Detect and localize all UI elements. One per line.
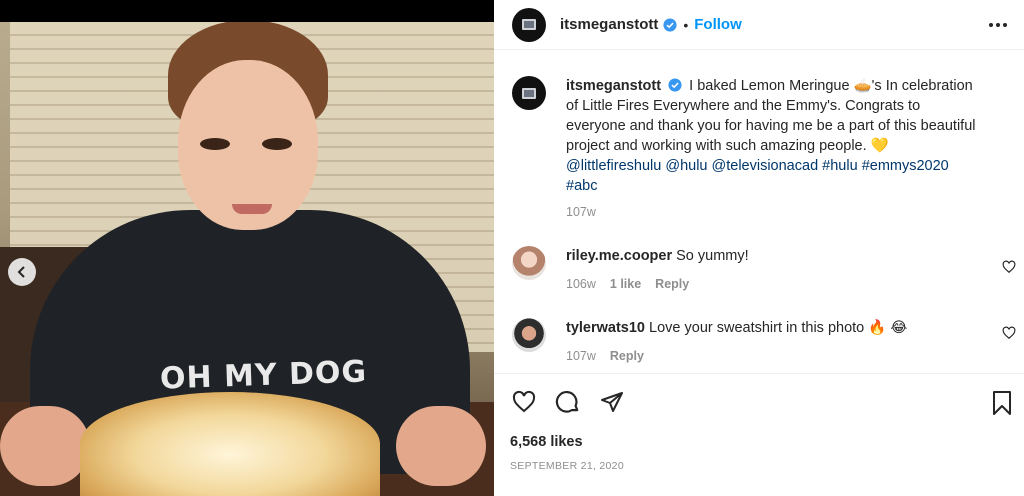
follow-button[interactable]: Follow [694, 16, 742, 33]
comment-username[interactable]: riley.me.cooper [566, 248, 672, 264]
instagram-post: OH MY DOG itsmeganstott • Follow itsmega… [0, 0, 1024, 496]
right-hand [396, 406, 486, 486]
heart-icon[interactable] [1002, 260, 1016, 274]
tag-link[interactable]: @hulu [665, 158, 707, 174]
verified-icon [663, 17, 677, 32]
lemon-meringue-pie [80, 392, 380, 496]
post-header: itsmeganstott • Follow [494, 0, 1024, 50]
post-media: OH MY DOG [0, 0, 494, 496]
comment: riley.me.cooper So yummy! 106w 1 like Re… [494, 246, 1024, 294]
hashtag-link[interactable]: #hulu [822, 158, 857, 174]
reply-button[interactable]: Reply [610, 346, 644, 366]
comment-text: Love your sweatshirt in this photo [649, 320, 865, 336]
like-button[interactable] [510, 388, 538, 416]
caption-age: 107w [566, 205, 596, 219]
left-hand [0, 406, 90, 486]
comment-emojis: 🔥 😂 [868, 320, 908, 336]
action-icons [510, 388, 1008, 416]
post-date: SEPTEMBER 21, 2020 [510, 460, 624, 472]
comment-icon [555, 391, 579, 413]
right-eye [262, 138, 292, 150]
comment-text: So yummy! [676, 248, 749, 264]
pie-emoji: 🥧 [853, 78, 872, 94]
left-eye [200, 138, 230, 150]
share-icon [601, 392, 623, 412]
separator-dot: • [683, 16, 689, 33]
comment-meta: 107w Reply [566, 346, 986, 366]
caption-body-1: I baked Lemon Meringue [689, 78, 850, 94]
comment-meta: 106w 1 like Reply [566, 274, 986, 294]
post-panel: itsmeganstott • Follow itsmeganstott I b… [494, 0, 1024, 496]
comment-username[interactable]: tylerwats10 [566, 320, 645, 336]
heart-icon[interactable] [1002, 326, 1016, 340]
comment-body: riley.me.cooper So yummy! 106w 1 like Re… [566, 246, 986, 294]
bookmark-icon[interactable] [990, 390, 1014, 416]
comment-likes[interactable]: 1 like [610, 274, 641, 294]
heart-icon [512, 390, 536, 413]
caption-username[interactable]: itsmeganstott [566, 78, 661, 94]
sweatshirt-text: OH MY DOG [159, 354, 368, 397]
comment-body: tylerwats10 Love your sweatshirt in this… [566, 318, 986, 366]
more-options-button[interactable] [986, 13, 1010, 37]
likes-count[interactable]: 6,568 likes [510, 434, 1008, 450]
caption-text: itsmeganstott I baked Lemon Meringue 🥧's… [566, 76, 976, 222]
caption-avatar[interactable] [512, 76, 546, 110]
chevron-left-icon [17, 266, 25, 278]
hashtag-link[interactable]: #abc [566, 178, 597, 194]
comments-section: itsmeganstott I baked Lemon Meringue 🥧's… [494, 60, 1024, 366]
hashtag-link[interactable]: #emmys2020 [862, 158, 949, 174]
tag-link[interactable]: @televisionacad [712, 158, 819, 174]
comment: tylerwats10 Love your sweatshirt in this… [494, 318, 1024, 366]
comment-age: 106w [566, 277, 596, 291]
mouth [232, 204, 272, 214]
heart-emoji: 💛 [870, 138, 889, 154]
post-caption: itsmeganstott I baked Lemon Meringue 🥧's… [494, 60, 1024, 222]
comment-button[interactable] [554, 388, 582, 416]
verified-icon [668, 78, 682, 92]
more-icon [989, 23, 1007, 27]
reply-button[interactable]: Reply [655, 274, 689, 294]
previous-photo-button[interactable] [8, 258, 36, 286]
commenter-avatar[interactable] [512, 318, 546, 352]
avatar[interactable] [512, 7, 546, 42]
tag-link[interactable]: @littlefireshulu [566, 158, 661, 174]
share-button[interactable] [598, 388, 626, 416]
comment-age: 107w [566, 349, 596, 363]
commenter-avatar[interactable] [512, 246, 546, 280]
post-photo: OH MY DOG [0, 22, 494, 496]
header-username[interactable]: itsmeganstott [560, 16, 658, 33]
post-actions: 6,568 likes SEPTEMBER 21, 2020 [494, 373, 1024, 496]
